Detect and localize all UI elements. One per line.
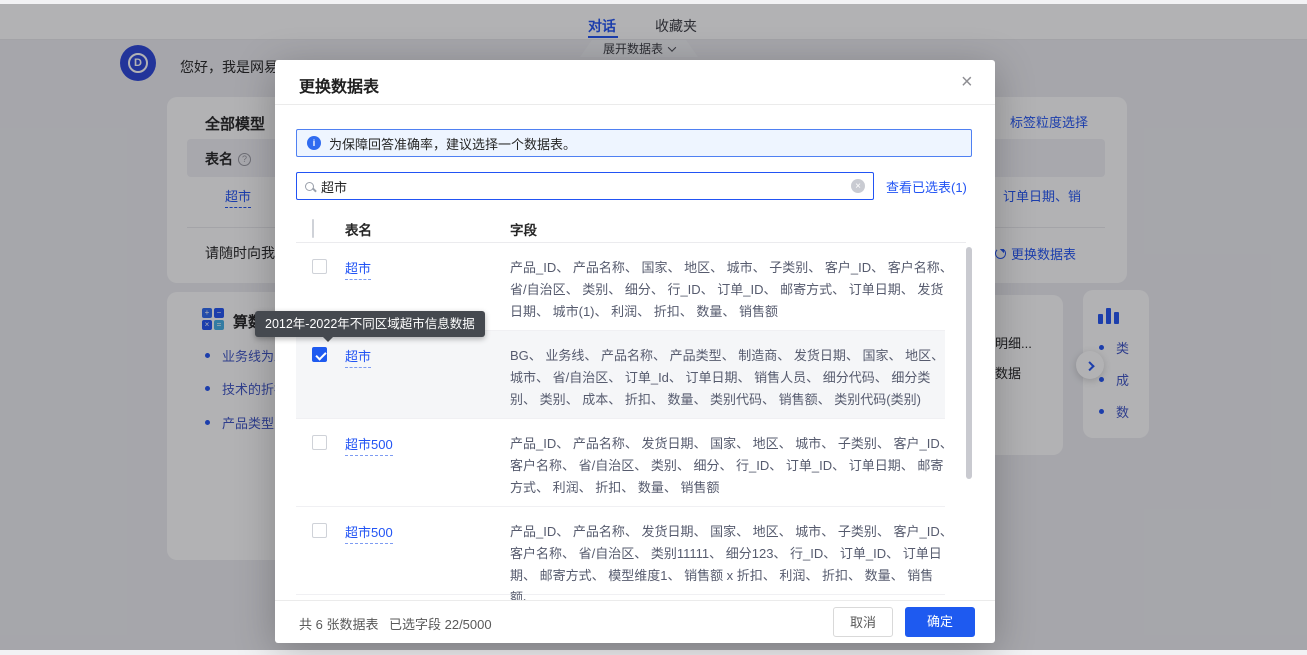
search-icon	[305, 182, 314, 191]
change-datatable-modal: 更换数据表 × i 为保障回答准确率，建议选择一个数据表。 × 查看已选表(1)…	[275, 60, 995, 643]
table-fields-text: 产品_ID、 产品名称、 发货日期、 国家、 地区、 城市、 子类别、 客户_I…	[510, 433, 945, 499]
confirm-button[interactable]: 确定	[905, 607, 975, 637]
screen: 对话 收藏夹 展开数据表 D 您好，我是网易 全部模型 标签粒度选择 表名 ? …	[0, 0, 1307, 655]
row-checkbox[interactable]	[312, 435, 327, 450]
datatable-list: 超市 产品_ID、 产品名称、 国家、 地区、 城市、 子类别、 客户_ID、 …	[296, 243, 945, 600]
table-fields-text: 产品_ID、 产品名称、 国家、 地区、 城市、 子类别、 客户_ID、 客户名…	[510, 257, 945, 323]
total-tables-text: 共 6 张数据表	[299, 614, 378, 633]
modal-header: 更换数据表 ×	[275, 60, 995, 105]
search-box: ×	[296, 172, 874, 200]
bottom-strip	[0, 650, 1307, 655]
table-tooltip: 2012年-2022年不同区域超市信息数据	[255, 311, 485, 337]
table-fields-text: 产品_ID、 产品名称、 发货日期、 国家、 地区、 城市、 子类别、 客户_I…	[510, 521, 945, 600]
row-checkbox[interactable]	[312, 523, 327, 538]
cancel-button[interactable]: 取消	[833, 607, 893, 637]
table-row[interactable]: 超市 BG、 业务线、 产品名称、 产品类型、 制造商、 发货日期、 国家、 地…	[296, 331, 945, 419]
table-row[interactable]: 超市500 产品_ID、 产品名称、 发货日期、 国家、 地区、 城市、 子类别…	[296, 507, 945, 595]
table-name-link[interactable]: 超市	[345, 346, 371, 368]
column-header-name: 表名	[345, 219, 372, 239]
close-icon[interactable]: ×	[961, 69, 973, 95]
modal-title: 更换数据表	[299, 73, 379, 97]
column-header-fields: 字段	[510, 219, 537, 239]
clear-search-icon[interactable]: ×	[851, 179, 865, 193]
row-checkbox[interactable]	[312, 259, 327, 274]
table-name-link[interactable]: 超市500	[345, 522, 393, 544]
info-banner: i 为保障回答准确率，建议选择一个数据表。	[296, 129, 972, 157]
list-scrollbar[interactable]	[966, 247, 972, 597]
scrollbar-thumb[interactable]	[966, 247, 972, 479]
info-banner-text: 为保障回答准确率，建议选择一个数据表。	[329, 134, 576, 153]
table-row[interactable]: 超市500 产品_ID、 产品名称、 发货日期、 国家、 地区、 城市、 子类别…	[296, 419, 945, 507]
info-icon: i	[307, 136, 321, 150]
select-all-checkbox[interactable]	[312, 219, 314, 238]
table-name-link[interactable]: 超市	[345, 258, 371, 280]
view-selected-tables-link[interactable]: 查看已选表(1)	[886, 177, 967, 196]
search-input[interactable]	[321, 179, 844, 194]
table-fields-text: BG、 业务线、 产品名称、 产品类型、 制造商、 发货日期、 国家、 地区、 …	[510, 345, 945, 411]
row-checkbox-checked[interactable]	[312, 347, 327, 362]
selected-fields-count: 已选字段 22/5000	[389, 614, 492, 633]
table-name-link[interactable]: 超市500	[345, 434, 393, 456]
